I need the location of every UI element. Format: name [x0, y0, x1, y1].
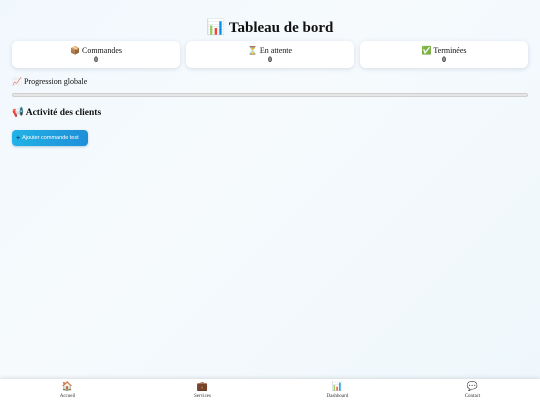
nav-item-contact[interactable]: 💬 Contact [405, 379, 540, 405]
check-icon: ✅ [421, 46, 432, 55]
stat-value-terminees: 0 [442, 55, 446, 64]
stats-row: 📦 Commandes 0 ⏳ En attente 0 ✅ Terminées… [12, 41, 528, 68]
bottom-nav: 🏠 Accueil 💼 Services 📊 Dashboard 💬 Conta… [0, 379, 540, 405]
stat-label-en-attente: ⏳ En attente [186, 46, 354, 55]
trending-up-icon: 📈 [12, 77, 22, 86]
megaphone-icon: 📢 [12, 107, 24, 118]
stat-value-en-attente: 0 [268, 55, 272, 64]
chat-icon: 💬 [466, 382, 479, 392]
nav-item-accueil[interactable]: 🏠 Accueil [0, 379, 135, 405]
activity-section-title: 📢 Activité des clients [12, 107, 101, 118]
bar-chart-icon: 📊 [206, 18, 226, 36]
stat-label-terminees: ✅ Terminées [360, 46, 528, 55]
page-title-text: Tableau de bord [228, 20, 334, 36]
nav-label-contact: Contact [464, 394, 481, 399]
stat-label-text: Terminées [433, 46, 467, 55]
briefcase-icon: 💼 [196, 382, 209, 392]
progress-label-text: Progression globale [23, 77, 88, 86]
nav-label-accueil: Accueil [59, 394, 76, 399]
page-title: 📊 Tableau de bord [0, 18, 540, 37]
stat-value-commandes: 0 [94, 55, 98, 64]
activity-title-text: Activité des clients [25, 108, 102, 118]
nav-item-services[interactable]: 💼 Services [135, 379, 270, 405]
stat-card-en-attente: ⏳ En attente 0 [186, 41, 354, 68]
stat-label-text: Commandes [81, 46, 122, 55]
add-test-order-button[interactable]: + Ajouter commande test [12, 130, 88, 146]
chart-icon: 📊 [331, 382, 344, 392]
stat-card-terminees: ✅ Terminées 0 [360, 41, 528, 68]
progress-bar [12, 93, 528, 97]
progress-label: 📈 Progression globale [12, 77, 87, 86]
add-test-order-label: Ajouter commande test [22, 135, 79, 141]
nav-label-services: Services [194, 394, 211, 399]
plus-icon: + [16, 134, 21, 142]
package-icon: 📦 [70, 46, 80, 55]
nav-label-dashboard: Dashboard [326, 394, 349, 399]
hourglass-icon: ⏳ [247, 46, 258, 55]
nav-item-dashboard[interactable]: 📊 Dashboard [270, 379, 405, 405]
stat-card-commandes: 📦 Commandes 0 [12, 41, 180, 68]
stat-label-commandes: 📦 Commandes [12, 46, 180, 55]
home-icon: 🏠 [61, 382, 74, 392]
stat-label-text: En attente [259, 46, 293, 55]
